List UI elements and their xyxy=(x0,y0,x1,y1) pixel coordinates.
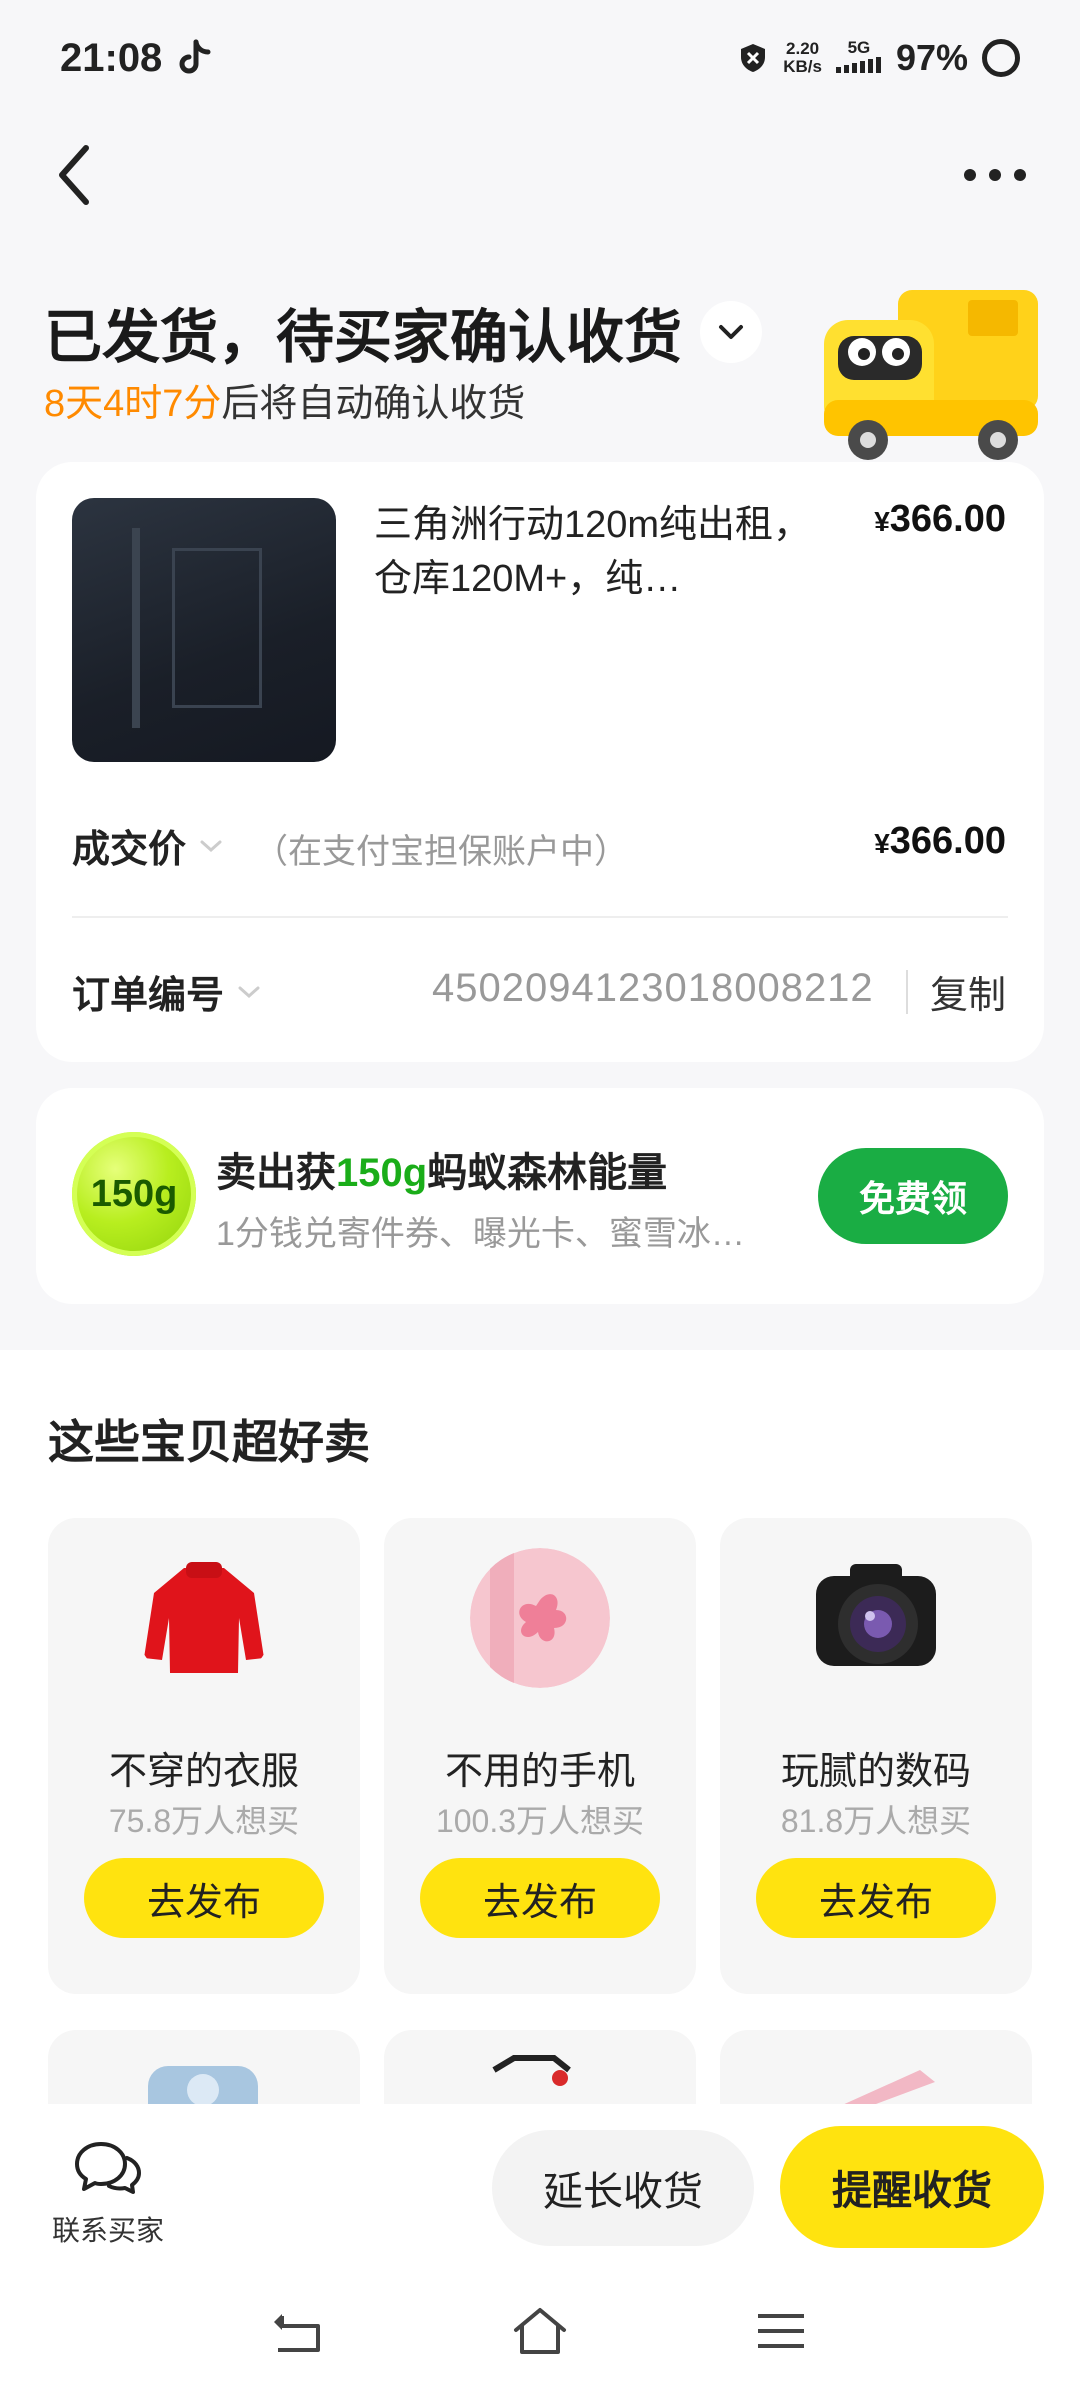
publish-button[interactable]: 去发布 xyxy=(420,1858,660,1938)
energy-promo-card: 150g 卖出获150g蚂蚁森林能量 1分钱兑寄件券、曝光卡、蜜雪冰… 免费领 xyxy=(36,1088,1044,1304)
phone-image xyxy=(470,1548,610,1688)
energy-title-suffix: 蚂蚁森林能量 xyxy=(427,1151,668,1195)
extend-receipt-button[interactable]: 延长收货 xyxy=(492,2130,754,2246)
recommend-count: 100.3万人想买 xyxy=(435,1803,645,1839)
item-thumbnail[interactable] xyxy=(72,498,336,762)
countdown: 8天4时7分 xyxy=(44,383,222,425)
status-time: 21:08 xyxy=(60,35,163,80)
appliance-image xyxy=(148,2066,258,2110)
recommend-name: 不穿的衣服 xyxy=(108,1751,299,1793)
delivery-truck-illustration xyxy=(824,290,1038,460)
network-indicator: 5G xyxy=(835,38,882,77)
battery-level: 97% xyxy=(895,37,968,78)
remind-receipt-button[interactable]: 提醒收货 xyxy=(780,2126,1044,2248)
copy-order-number-button[interactable]: 复制 xyxy=(930,964,1006,1019)
shield-icon xyxy=(741,44,766,72)
status-indicators: 2.20 KB/s 5G 97% xyxy=(737,37,1020,79)
deal-price-label[interactable]: 成交价 xyxy=(72,818,226,873)
sweater-image xyxy=(144,1562,264,1673)
order-status-title: 已发货，待买家确认收货 xyxy=(44,290,763,374)
scooter-image xyxy=(492,2055,571,2086)
order-number-label-text: 订单编号 xyxy=(72,975,225,1017)
recommend-name: 玩腻的数码 xyxy=(780,1751,971,1793)
energy-title-highlight: 150g xyxy=(336,1151,428,1195)
order-card: 三角洲行动120m纯出租，仓库120M+，纯… ¥366.00 成交价 （在支付… xyxy=(36,462,1044,1062)
claim-energy-button[interactable]: 免费领 xyxy=(818,1148,1008,1244)
recommend-count: 81.8万人想买 xyxy=(780,1803,972,1839)
nav-bar xyxy=(0,130,1080,220)
energy-subtitle: 1分钱兑寄件券、曝光卡、蜜雪冰… xyxy=(216,1215,745,1253)
back-arrow-icon[interactable] xyxy=(50,140,100,210)
recommend-card-partial[interactable] xyxy=(384,2030,696,2110)
signal-icon xyxy=(835,57,881,73)
net-speed: 2.20 KB/s xyxy=(783,40,822,76)
recommend-card-clothes[interactable]: 不穿的衣服 75.8万人想买 去发布 xyxy=(48,1518,360,1994)
network-type: 5G xyxy=(847,38,871,57)
publish-button[interactable]: 去发布 xyxy=(756,1858,996,1938)
recommend-section: 这些宝贝超好卖 不穿的衣服 75.8万人想买 去发布 不用的手机 100.3万人… xyxy=(0,1350,1080,2110)
chevron-down-icon xyxy=(719,325,744,339)
order-number-label[interactable]: 订单编号 xyxy=(72,964,264,1019)
deal-price-note: （在支付宝担保账户中） xyxy=(254,833,628,871)
energy-title: 卖出获150g蚂蚁森林能量 xyxy=(216,1140,667,1198)
chat-icon xyxy=(75,2142,141,2194)
countdown-suffix: 后将自动确认收货 xyxy=(221,383,526,425)
recommend-name: 不用的手机 xyxy=(444,1751,635,1793)
system-home-icon[interactable] xyxy=(510,2304,570,2358)
recommend-title: 这些宝贝超好卖 xyxy=(48,1416,370,1468)
deal-price-symbol: ¥ xyxy=(874,828,890,859)
divider xyxy=(906,970,908,1014)
publish-button[interactable]: 去发布 xyxy=(84,1858,324,1938)
bottom-action-bar: 联系买家 延长收货 提醒收货 xyxy=(0,2104,1080,2264)
chevron-down-icon xyxy=(200,840,222,852)
deal-price: ¥366.00 xyxy=(874,820,1006,863)
more-options-icon[interactable] xyxy=(960,160,1030,190)
recommend-count: 75.8万人想买 xyxy=(108,1803,300,1839)
net-speed-value: 2.20 xyxy=(786,39,820,58)
energy-badge: 150g xyxy=(72,1132,196,1256)
system-menu-icon[interactable] xyxy=(756,2308,806,2354)
tiktok-icon xyxy=(179,39,211,74)
contact-buyer-label: 联系买家 xyxy=(51,2215,164,2246)
recommend-card-partial[interactable] xyxy=(720,2030,1032,2110)
status-expand-button[interactable] xyxy=(700,301,763,363)
contact-buyer-button[interactable]: 联系买家 xyxy=(48,2138,168,2249)
energy-title-prefix: 卖出获 xyxy=(216,1151,336,1195)
item-price-value: 366.00 xyxy=(889,498,1006,540)
system-nav-bar xyxy=(0,2264,1080,2400)
chevron-down-icon xyxy=(238,986,260,998)
order-number: 4502094123018008212 xyxy=(432,966,874,1010)
camera-image xyxy=(816,1564,936,1666)
recommend-card-phone[interactable]: 不用的手机 100.3万人想买 去发布 xyxy=(384,1518,696,1994)
item-price: ¥366.00 xyxy=(874,498,1006,541)
beauty-device-image xyxy=(840,2070,935,2110)
net-speed-unit: KB/s xyxy=(783,57,822,76)
system-back-icon[interactable] xyxy=(270,2308,326,2358)
recommend-card-digital[interactable]: 玩腻的数码 81.8万人想买 去发布 xyxy=(720,1518,1032,1994)
item-price-symbol: ¥ xyxy=(874,506,890,537)
recommend-card-partial[interactable] xyxy=(48,2030,360,2110)
divider xyxy=(72,916,1008,918)
battery-ring-icon xyxy=(982,39,1020,77)
order-status-text: 已发货，待买家确认收货 xyxy=(44,305,683,370)
deal-price-label-text: 成交价 xyxy=(72,829,187,871)
auto-confirm-note: 8天4时7分后将自动确认收货 xyxy=(44,372,525,427)
item-title[interactable]: 三角洲行动120m纯出租，仓库120M+，纯… xyxy=(374,498,834,606)
status-bar: 21:08 2.20 KB/s 5G 97% xyxy=(0,0,1080,116)
deal-price-value: 366.00 xyxy=(889,820,1006,862)
